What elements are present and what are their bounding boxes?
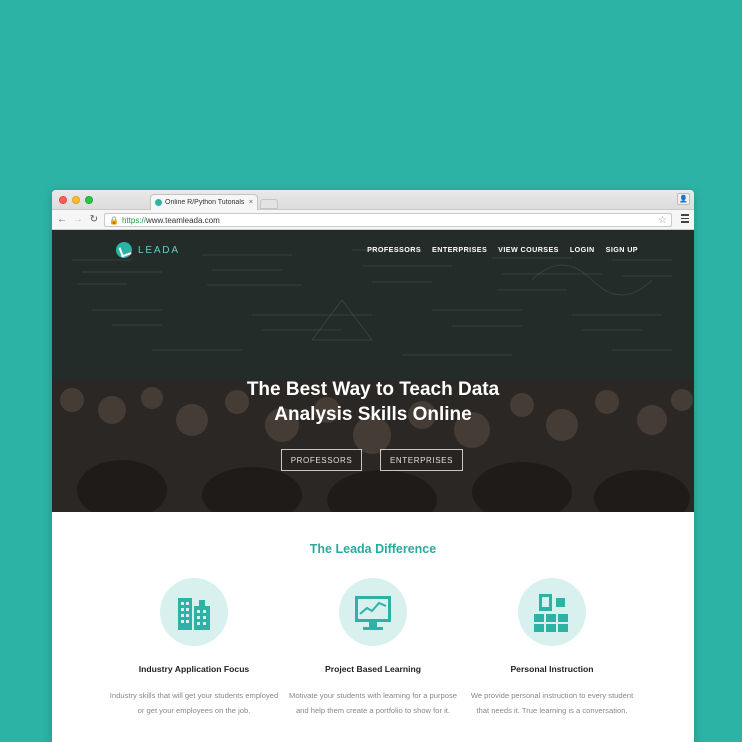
nav-sign-up[interactable]: SIGN UP (606, 245, 638, 254)
window-controls (59, 196, 93, 204)
nav-enterprises[interactable]: ENTERPRISES (432, 245, 487, 254)
forward-icon[interactable]: → (72, 214, 84, 225)
leada-logo-icon (116, 242, 132, 258)
feature-description: We provide personal instruction to every… (470, 691, 634, 715)
monitor-chart-icon (339, 578, 407, 646)
minimize-window-button[interactable] (72, 196, 80, 204)
url-scheme: https:// (121, 215, 146, 225)
feature-description: Industry skills that will get your stude… (109, 691, 279, 715)
url-host: www.teamleada.com (145, 215, 220, 225)
tab-close-icon[interactable]: × (249, 199, 253, 206)
leada-difference-section: The Leada Difference Industry Applicatio… (52, 512, 694, 742)
maximize-window-button[interactable] (85, 196, 93, 204)
browser-tab[interactable]: Online R/Python Tutorials and × (150, 194, 258, 210)
logo-text: LEADA (138, 244, 180, 256)
nav-view-courses[interactable]: VIEW COURSES (498, 245, 559, 254)
hero-title-line-1: The Best Way to Teach Data (246, 379, 500, 400)
browser-menu-icon[interactable] (681, 214, 689, 225)
feature-title: Personal Instruction (510, 664, 594, 674)
tab-strip: Online R/Python Tutorials and × 👤 (52, 190, 694, 210)
hero-section: LEADA PROFESSORS ENTERPRISES VIEW COURSE… (52, 230, 694, 512)
buildings-icon (160, 578, 228, 646)
nav-professors[interactable]: PROFESSORS (367, 245, 421, 254)
professors-button[interactable]: PROFESSORS (281, 449, 362, 471)
bookmark-star-icon[interactable]: ☆ (658, 214, 667, 227)
back-icon[interactable]: ← (56, 214, 68, 225)
feature-title: Project Based Learning (325, 664, 421, 674)
hero-title-line-2: Analysis Skills Online (274, 404, 472, 425)
address-bar[interactable]: 🔒 https://www.teamleada.com ☆ (104, 213, 672, 227)
site-navbar: LEADA PROFESSORS ENTERPRISES VIEW COURSE… (52, 230, 694, 270)
feature-project-based: Project Based Learning Motivate your stu… (283, 578, 463, 718)
nav-login[interactable]: LOGIN (570, 245, 595, 254)
feature-title: Industry Application Focus (138, 664, 250, 674)
section-title: The Leada Difference (309, 542, 437, 556)
new-tab-button[interactable] (260, 199, 278, 209)
feature-description: Motivate your students with learning for… (289, 691, 457, 715)
lock-icon: 🔒 (109, 215, 119, 225)
reload-icon[interactable]: ↻ (88, 214, 100, 225)
hero-title: The Best Way to Teach Data Analysis Skil… (52, 377, 694, 427)
nav-links: PROFESSORS ENTERPRISES VIEW COURSES LOGI… (367, 245, 638, 254)
blocks-icon (518, 578, 586, 646)
hero-buttons: PROFESSORS ENTERPRISES (281, 449, 463, 471)
close-window-button[interactable] (59, 196, 67, 204)
profile-icon[interactable]: 👤 (677, 193, 690, 205)
browser-window: Online R/Python Tutorials and × 👤 ← → ↻ … (52, 190, 694, 742)
favicon-icon (155, 199, 162, 206)
feature-personal-instruction: Personal Instruction We provide personal… (462, 578, 642, 718)
browser-toolbar: ← → ↻ 🔒 https://www.teamleada.com ☆ (52, 210, 694, 230)
feature-industry-application: Industry Application Focus Industry skil… (104, 578, 284, 718)
enterprises-button[interactable]: ENTERPRISES (380, 449, 463, 471)
leada-logo[interactable]: LEADA (116, 242, 180, 258)
tab-title: Online R/Python Tutorials and (165, 199, 246, 206)
